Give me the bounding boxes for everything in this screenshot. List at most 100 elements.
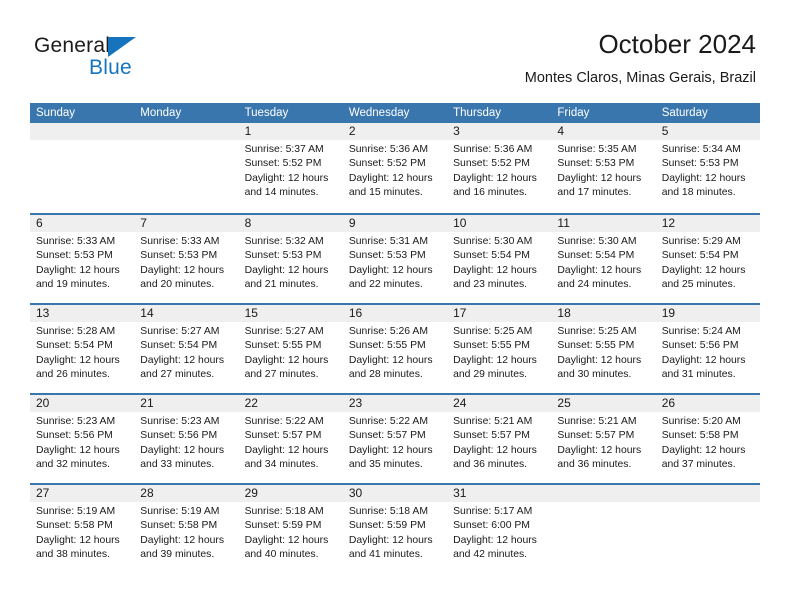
day-details: Sunrise: 5:33 AM Sunset: 5:53 PM Daylight:… [30,232,134,292]
sunrise-text: Sunrise: 5:35 AM [557,144,637,155]
sunrise-text: Sunrise: 5:32 AM [244,236,324,247]
calendar-day-30[interactable]: 30 Sunrise: 5:18 AM Sunset: 5:59 PM Dayligh… [342,485,448,573]
calendar-day-27[interactable]: 27 Sunrise: 5:19 AM Sunset: 5:58 PM Dayligh… [30,485,135,573]
daylight-text: Daylight: 12 hours and 15 minutes. [348,172,433,198]
calendar-day-26[interactable]: 26 Sunrise: 5:20 AM Sunset: 5:58 PM Dayligh… [655,395,760,483]
calendar-week-row: 27 Sunrise: 5:19 AM Sunset: 5:58 PM Dayligh… [30,483,760,573]
calendar-day-11[interactable]: 11 Sunrise: 5:30 AM Sunset: 5:54 PM Dayligh… [551,215,656,303]
calendar-day-13[interactable]: 13 Sunrise: 5:28 AM Sunset: 5:54 PM Dayligh… [30,305,135,393]
calendar-day-25[interactable]: 25 Sunrise: 5:21 AM Sunset: 5:57 PM Dayligh… [551,395,656,483]
brand-logo[interactable]: General Blue [34,34,174,82]
calendar-day-28[interactable]: 28 Sunrise: 5:19 AM Sunset: 5:58 PM Dayligh… [134,485,239,573]
weekday-header-monday: Monday [140,107,182,119]
daylight-text: Daylight: 12 hours and 24 minutes. [557,264,642,290]
sunrise-text: Sunrise: 5:22 AM [348,416,428,427]
calendar-day-20[interactable]: 20 Sunrise: 5:23 AM Sunset: 5:56 PM Dayligh… [30,395,135,483]
sunrise-text: Sunrise: 5:37 AM [244,144,324,155]
calendar-day-1[interactable]: 1 Sunrise: 5:37 AM Sunset: 5:52 PM Daylight… [238,123,343,213]
daylight-text: Daylight: 12 hours and 16 minutes. [453,172,537,198]
calendar-day-23[interactable]: 23 Sunrise: 5:22 AM Sunset: 5:57 PM Dayligh… [342,395,448,483]
daylight-text: Daylight: 12 hours and 30 minutes. [557,354,642,380]
day-details: Sunrise: 5:21 AM Sunset: 5:57 PM Daylight:… [447,412,551,472]
day-number: 14 [134,305,239,322]
day-number: 24 [447,395,552,412]
calendar-day-empty [30,123,135,213]
calendar-day-10[interactable]: 10 Sunrise: 5:30 AM Sunset: 5:54 PM Dayligh… [447,215,552,303]
day-number: 28 [134,485,239,502]
sunset-text: Sunset: 5:53 PM [557,158,635,170]
calendar-day-2[interactable]: 2 Sunrise: 5:36 AM Sunset: 5:52 PM Daylight… [342,123,448,213]
sunset-text: Sunset: 5:52 PM [244,158,322,170]
calendar-day-9[interactable]: 9 Sunrise: 5:31 AM Sunset: 5:53 PM Daylight… [342,215,448,303]
calendar-day-5[interactable]: 5 Sunrise: 5:34 AM Sunset: 5:53 PM Daylight… [655,123,760,213]
calendar-day-22[interactable]: 22 Sunrise: 5:22 AM Sunset: 5:57 PM Dayligh… [238,395,343,483]
calendar-day-4[interactable]: 4 Sunrise: 5:35 AM Sunset: 5:53 PM Daylight… [551,123,656,213]
day-number: 25 [551,395,656,412]
sunrise-text: Sunrise: 5:21 AM [557,416,637,427]
sunrise-text: Sunrise: 5:17 AM [453,506,533,517]
calendar-day-18[interactable]: 18 Sunrise: 5:25 AM Sunset: 5:55 PM Dayligh… [551,305,656,393]
day-number: 20 [30,395,135,412]
day-number: 29 [238,485,343,502]
weekday-header-row: Sunday Monday Tuesday Wednesday Thursday Frid… [30,103,760,123]
sunset-text: Sunset: 5:54 PM [36,340,113,352]
sunset-text: Sunset: 5:58 PM [661,430,739,442]
day-details: Sunrise: 5:22 AM Sunset: 5:57 PM Daylight:… [343,412,447,472]
daylight-text: Daylight: 12 hours and 32 minutes. [36,444,120,470]
sunrise-text: Sunrise: 5:36 AM [453,144,533,155]
daylight-text: Daylight: 12 hours and 23 minutes. [453,264,537,290]
sunset-text: Sunset: 5:59 PM [244,520,322,532]
sunrise-text: Sunrise: 5:29 AM [661,236,741,247]
day-details: Sunrise: 5:26 AM Sunset: 5:55 PM Daylight:… [343,322,447,382]
calendar-day-3[interactable]: 3 Sunrise: 5:36 AM Sunset: 5:52 PM Daylight… [447,123,552,213]
day-number [134,123,239,140]
sunset-text: Sunset: 5:55 PM [348,340,426,352]
weekday-header-thursday: Thursday [453,107,502,119]
sunset-text: Sunset: 5:52 PM [453,158,530,170]
sunrise-text: Sunrise: 5:27 AM [140,326,220,337]
weekday-header-tuesday: Tuesday [244,107,289,119]
day-details: Sunrise: 5:18 AM Sunset: 5:59 PM Daylight:… [343,502,447,562]
daylight-text: Daylight: 12 hours and 18 minutes. [661,172,746,198]
calendar-day-24[interactable]: 24 Sunrise: 5:21 AM Sunset: 5:57 PM Dayligh… [447,395,552,483]
daylight-text: Daylight: 12 hours and 42 minutes. [453,534,537,560]
calendar-day-8[interactable]: 8 Sunrise: 5:32 AM Sunset: 5:53 PM Daylight… [238,215,343,303]
day-details: Sunrise: 5:37 AM Sunset: 5:52 PM Daylight:… [239,140,343,200]
sunset-text: Sunset: 5:57 PM [348,430,426,442]
day-details: Sunrise: 5:24 AM Sunset: 5:56 PM Daylight:… [656,322,760,382]
sunset-text: Sunset: 5:55 PM [557,340,635,352]
daylight-text: Daylight: 12 hours and 38 minutes. [36,534,120,560]
calendar-day-15[interactable]: 15 Sunrise: 5:27 AM Sunset: 5:55 PM Dayligh… [238,305,343,393]
page-subtitle: Montes Claros, Minas Gerais, Brazil [524,70,756,86]
calendar-day-12[interactable]: 12 Sunrise: 5:29 AM Sunset: 5:54 PM Dayligh… [655,215,760,303]
sunrise-text: Sunrise: 5:23 AM [36,416,116,427]
day-number: 8 [238,215,343,232]
sunset-text: Sunset: 5:56 PM [36,430,113,442]
daylight-text: Daylight: 12 hours and 19 minutes. [36,264,120,290]
daylight-text: Daylight: 12 hours and 27 minutes. [140,354,225,380]
day-details: Sunrise: 5:25 AM Sunset: 5:55 PM Daylight:… [551,322,655,382]
sunrise-text: Sunrise: 5:33 AM [36,236,116,247]
day-details: Sunrise: 5:35 AM Sunset: 5:53 PM Daylight:… [551,140,655,200]
calendar-day-7[interactable]: 7 Sunrise: 5:33 AM Sunset: 5:53 PM Daylight… [134,215,239,303]
calendar-day-21[interactable]: 21 Sunrise: 5:23 AM Sunset: 5:56 PM Dayligh… [134,395,239,483]
day-number: 12 [655,215,760,232]
calendar-day-14[interactable]: 14 Sunrise: 5:27 AM Sunset: 5:54 PM Dayligh… [134,305,239,393]
calendar-week-row: 1 Sunrise: 5:37 AM Sunset: 5:52 PM Daylight… [30,123,760,213]
calendar-day-19[interactable]: 19 Sunrise: 5:24 AM Sunset: 5:56 PM Dayligh… [655,305,760,393]
daylight-text: Daylight: 12 hours and 20 minutes. [140,264,225,290]
day-number: 21 [134,395,239,412]
day-number: 15 [238,305,343,322]
day-number: 16 [342,305,448,322]
daylight-text: Daylight: 12 hours and 37 minutes. [661,444,746,470]
calendar-day-16[interactable]: 16 Sunrise: 5:26 AM Sunset: 5:55 PM Dayligh… [342,305,448,393]
calendar-week-row: 20 Sunrise: 5:23 AM Sunset: 5:56 PM Dayligh… [30,393,760,483]
calendar-day-17[interactable]: 17 Sunrise: 5:25 AM Sunset: 5:55 PM Dayligh… [447,305,552,393]
sunset-text: Sunset: 5:56 PM [140,430,218,442]
daylight-text: Daylight: 12 hours and 26 minutes. [36,354,120,380]
calendar-day-29[interactable]: 29 Sunrise: 5:18 AM Sunset: 5:59 PM Dayligh… [238,485,343,573]
calendar-day-31[interactable]: 31 Sunrise: 5:17 AM Sunset: 6:00 PM Dayligh… [447,485,552,573]
calendar-day-6[interactable]: 6 Sunrise: 5:33 AM Sunset: 5:53 PM Daylight… [30,215,135,303]
brand-name-general: General [34,34,111,57]
day-number: 31 [447,485,552,502]
